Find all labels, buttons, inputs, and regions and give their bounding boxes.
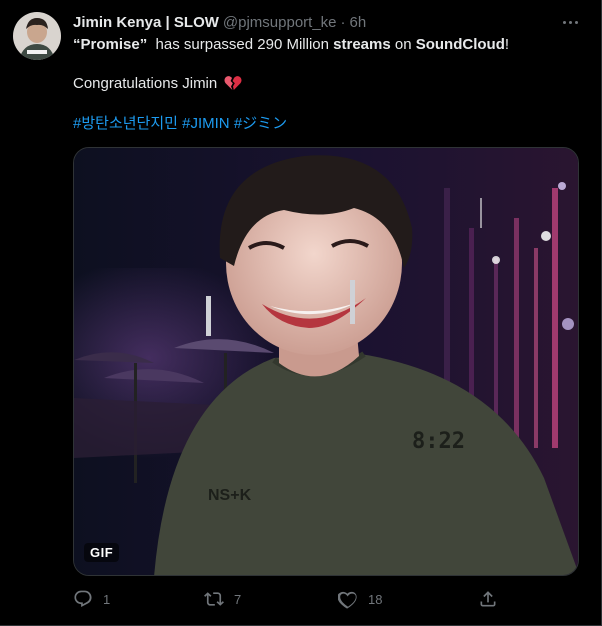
gif-media[interactable]: 8:22 NS+K GIF [73, 147, 579, 576]
heart-icon [338, 589, 358, 609]
tweet-actions: 1 7 18 [73, 588, 503, 610]
user-handle[interactable]: @pjmsupport_ke [223, 14, 337, 31]
like-count: 18 [368, 591, 383, 607]
hashtags-line: #방탄소년단지민 #JIMIN #ジミン [73, 114, 287, 134]
shirt-logo-print: NS+K [208, 487, 252, 504]
timestamp[interactable]: 6h [350, 14, 367, 31]
streams-word: streams [333, 36, 391, 53]
text-middle: has surpassed 290 Million [147, 36, 334, 53]
share-icon [478, 589, 498, 609]
song-title: Promise [80, 36, 140, 53]
avatar[interactable] [13, 12, 61, 60]
tweet-text-line-2: Congratulations Jimin [73, 74, 242, 97]
hashtag-bangtan-jimin[interactable]: #방탄소년단지민 [73, 115, 178, 132]
more-options-button[interactable] [556, 10, 584, 34]
retweet-icon [204, 589, 224, 609]
reply-icon [73, 589, 93, 609]
tweet-text-line-1: “Promise” has surpassed 290 Million stre… [73, 35, 509, 55]
exclamation: ! [504, 36, 510, 53]
gif-badge: GIF [84, 543, 120, 562]
more-horizontal-icon [562, 20, 566, 24]
tweet-header: Jimin Kenya | SLOW @pjmsupport_ke · 6h [73, 12, 366, 32]
share-button[interactable] [478, 588, 498, 610]
separator-dot: · [340, 13, 346, 31]
hashtag-jimin[interactable]: #JIMIN [182, 115, 230, 132]
congrats-text: Congratulations Jimin [73, 75, 218, 92]
tweet-card[interactable]: Jimin Kenya | SLOW @pjmsupport_ke · 6h “… [0, 0, 602, 626]
reply-button[interactable]: 1 [73, 588, 110, 610]
like-button[interactable]: 18 [338, 588, 382, 610]
platform-name: SoundCloud [415, 36, 505, 53]
shirt-text-print: 8:22 [412, 429, 465, 454]
broken-heart-emoji-icon [224, 75, 242, 97]
retweet-button[interactable]: 7 [204, 588, 241, 610]
open-quote: “ [73, 36, 81, 53]
hashtag-jimin-japanese[interactable]: #ジミン [234, 115, 287, 132]
reply-count: 1 [103, 591, 111, 607]
on-word: on [390, 36, 416, 53]
display-name[interactable]: Jimin Kenya | SLOW [73, 14, 219, 31]
retweet-count: 7 [234, 591, 242, 607]
